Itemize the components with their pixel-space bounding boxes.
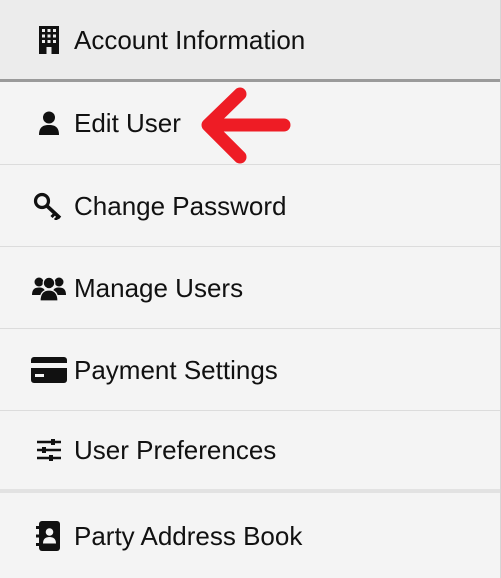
account-menu: Account Information Edit User Change Pas…	[0, 0, 501, 578]
menu-item-party-address-book[interactable]: Party Address Book	[0, 493, 500, 578]
menu-item-label: Manage Users	[74, 272, 244, 303]
menu-header-label: Account Information	[74, 24, 306, 55]
address-book-icon	[29, 516, 69, 556]
key-icon	[29, 186, 69, 226]
menu-item-user-preferences[interactable]: User Preferences	[0, 411, 500, 493]
menu-item-manage-users[interactable]: Manage Users	[0, 247, 500, 329]
menu-item-label: Payment Settings	[74, 354, 278, 385]
menu-item-edit-user[interactable]: Edit User	[0, 82, 500, 165]
credit-card-icon	[29, 350, 69, 390]
menu-item-label: User Preferences	[74, 435, 277, 465]
menu-item-label: Change Password	[74, 190, 287, 221]
menu-item-label: Party Address Book	[74, 520, 303, 551]
menu-item-change-password[interactable]: Change Password	[0, 165, 500, 247]
menu-item-payment-settings[interactable]: Payment Settings	[0, 329, 500, 411]
sliders-icon	[29, 430, 69, 470]
menu-item-label: Edit User	[74, 108, 181, 138]
users-group-icon	[29, 268, 69, 308]
user-icon	[29, 103, 69, 143]
menu-header-account-information[interactable]: Account Information	[0, 0, 500, 82]
building-icon	[29, 20, 69, 60]
